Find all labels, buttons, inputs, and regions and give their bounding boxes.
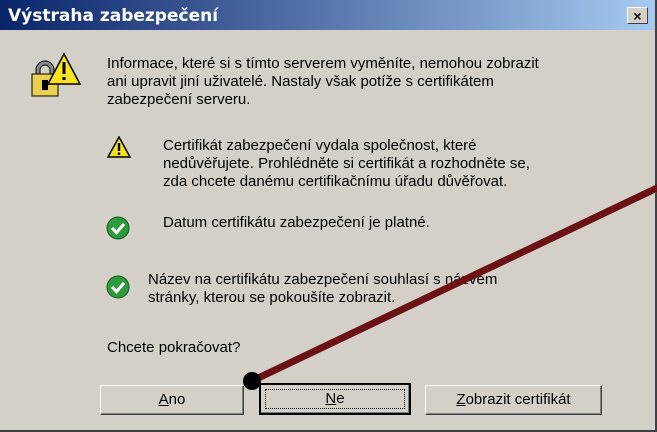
continue-question: Chcete pokračovat? (107, 339, 241, 356)
item-3-line-2: stránky, kterou se pokoušíte zobrazit. (148, 289, 396, 306)
item-1-line-1: Certifikát zabezpečení vydala společnost… (163, 137, 477, 154)
title-bar[interactable]: Výstraha zabezpečení × (0, 0, 655, 30)
view-certificate-button[interactable]: Zobrazit certifikát (425, 385, 602, 415)
close-button[interactable]: × (627, 7, 648, 24)
item-3-line-1: Název na certifikátu zabezpečení souhlas… (148, 271, 498, 288)
intro-line-3: zabezpečení serveru. (107, 91, 251, 108)
intro-line-2: ani upravit jiní uživatelé. Nastaly však… (107, 73, 494, 90)
view-accel: Z (456, 391, 466, 408)
security-alert-dialog: Výstraha zabezpečení × Informace, které … (0, 0, 657, 432)
focus-rect (265, 389, 405, 409)
dialog-title: Výstraha zabezpečení (8, 6, 219, 26)
lock-warning-icon (31, 52, 82, 97)
yes-button[interactable]: Ano (100, 385, 244, 415)
intro-line-1: Informace, které si s tímto serverem vym… (107, 55, 539, 72)
item-1-line-2: nedůvěřujete. Prohlédněte si certifikát … (163, 155, 530, 172)
warning-icon (107, 136, 131, 158)
view-label: obrazit certifikát (465, 391, 571, 408)
item-1-line-3: zda chcete danému certifikačnímu úřadu d… (163, 173, 508, 190)
no-button[interactable]: Ne (259, 383, 411, 415)
check-icon (106, 216, 130, 240)
item-2-line-1: Datum certifikátu zabezpečení je platné. (163, 214, 430, 231)
check-icon (106, 275, 130, 299)
yes-accel: A (158, 391, 169, 408)
yes-label: no (168, 391, 186, 408)
